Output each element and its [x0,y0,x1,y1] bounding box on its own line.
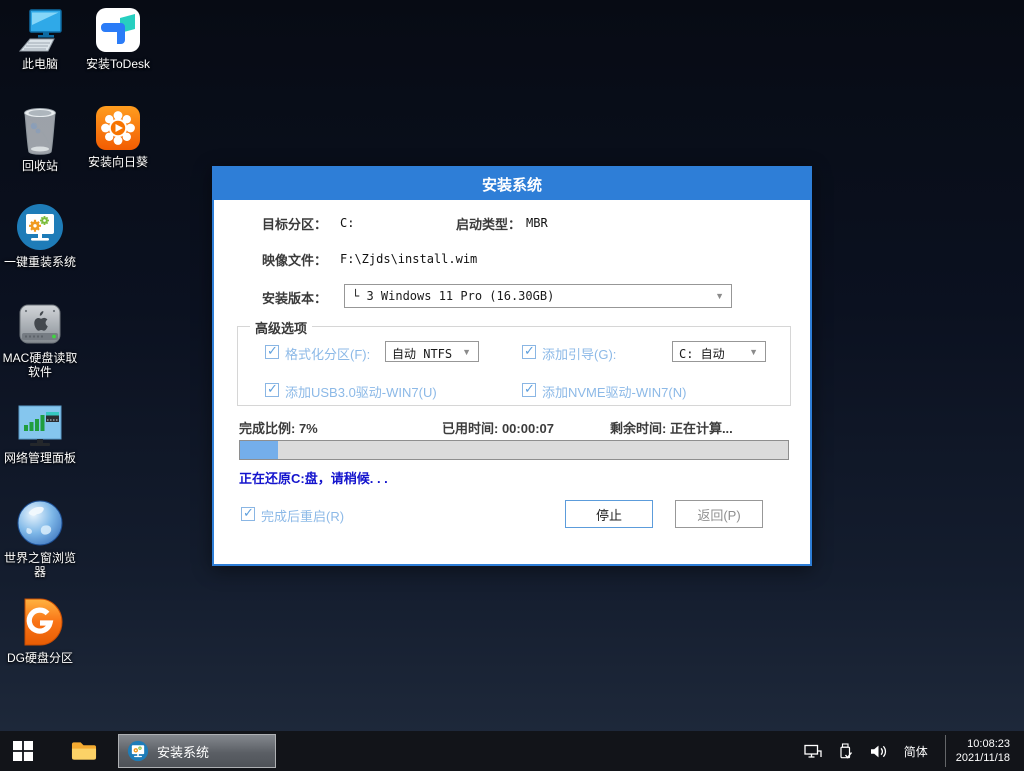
install-version-dropdown[interactable]: └ 3 Windows 11 Pro (16.30GB) [344,284,732,308]
usb3-driver-label: 添加USB3.0驱动-WIN7(U) [285,382,437,401]
boot-type-value: MBR [526,216,548,230]
folder-icon [71,740,97,762]
restart-after-label: 完成后重启(R) [261,506,344,525]
back-button[interactable]: 返回(P) [675,500,763,528]
add-boot-label: 添加引导(G): [542,344,616,363]
desktop-icon-one-key-reinstall[interactable]: 一键重装系统 [0,202,80,269]
usb-device-icon[interactable] [839,743,852,760]
desktop-icon-mac-disk-reader[interactable]: MAC硬盘读取软件 [0,300,80,379]
restart-after-checkbox[interactable] [241,507,255,521]
back-button-label: 返回(P) [697,505,740,524]
install-system-task-icon [127,740,149,762]
add-boot-dropdown[interactable]: C: 自动 [672,341,766,362]
desktop-icon-label: 世界之窗浏览器 [0,551,80,579]
boot-type-label: 启动类型： [456,214,521,233]
globe-browser-icon [15,498,65,548]
desktop-icon-recycle-bin[interactable]: 回收站 [0,104,80,173]
volume-icon[interactable] [869,744,887,759]
install-version-value: └ 3 Windows 11 Pro (16.30GB) [345,285,731,307]
status-text: 正在还原C:盘，请稍候. . . [239,468,388,487]
network-icon[interactable] [804,744,822,759]
progress-fill [240,441,278,459]
desktop-icon-label: 安装向日葵 [88,155,148,169]
this-pc-icon [17,8,63,54]
image-file-label: 映像文件： [262,250,327,269]
format-mode-value: 自动 NTFS [386,342,478,365]
desktop-icon-world-window-browser[interactable]: 世界之窗浏览器 [0,498,80,579]
mac-disk-icon [16,300,64,348]
image-file-value: F:\Zjds\install.wim [340,252,477,266]
format-mode-dropdown[interactable]: 自动 NTFS [385,341,479,362]
taskbar-clock[interactable]: 10:08:23 2021/11/18 [945,735,1014,767]
start-button[interactable] [0,731,46,771]
nvme-driver-checkbox[interactable] [522,383,536,397]
windows-logo-icon [13,741,33,761]
desktop-icon-label: 回收站 [22,159,58,173]
completion-percent-label: 完成比例: 7% [239,418,318,437]
add-boot-checkbox[interactable] [522,345,536,359]
desktop-icon-install-sunflower[interactable]: 安装向日葵 [78,104,158,169]
desktop-icon-this-pc[interactable]: 此电脑 [0,8,80,71]
format-partition-checkbox[interactable] [265,345,279,359]
desktop-icon-label: 一键重装系统 [4,255,76,269]
add-boot-value: C: 自动 [673,342,765,365]
desktop-icon-dg-partition[interactable]: DG硬盘分区 [0,596,80,665]
reinstall-system-icon [15,202,65,252]
taskbar-task-label: 安装系统 [157,742,209,761]
usb3-driver-checkbox[interactable] [265,383,279,397]
desktop-icon-label: 安装ToDesk [86,57,150,71]
file-explorer-button[interactable] [62,731,106,771]
desktop-icon-network-panel[interactable]: 网络管理面板 [0,400,80,465]
system-tray: 简体 10:08:23 2021/11/18 [804,735,1024,767]
desktop-icon-label: 网络管理面板 [4,451,76,465]
input-method-indicator[interactable]: 简体 [904,743,928,760]
network-panel-icon [16,400,64,448]
clock-time: 10:08:23 [956,737,1010,751]
taskbar-task-install-system[interactable]: 安装系统 [118,734,276,768]
dg-partition-icon [16,596,64,648]
stop-button[interactable]: 停止 [565,500,653,528]
taskbar: 安装系统 简体 10:08:23 2021/11/18 [0,731,1024,771]
desktop-icon-install-todesk[interactable]: 安装ToDesk [78,6,158,71]
dialog-title: 安装系统 [482,174,542,195]
nvme-driver-label: 添加NVME驱动-WIN7(N) [542,382,686,401]
stop-button-label: 停止 [596,505,622,524]
elapsed-time-label: 已用时间: 00:00:07 [442,418,554,437]
install-version-label: 安装版本： [262,288,327,307]
target-partition-label: 目标分区： [262,214,327,233]
todesk-icon [94,6,142,54]
sunflower-icon [94,104,142,152]
clock-date: 2021/11/18 [956,751,1010,765]
target-partition-value: C: [340,216,354,230]
desktop-icon-label: DG硬盘分区 [7,651,73,665]
desktop-icon-label: 此电脑 [22,57,58,71]
progress-bar [239,440,789,460]
recycle-bin-icon [19,104,61,156]
format-partition-label: 格式化分区(F): [285,344,370,363]
dialog-titlebar[interactable]: 安装系统 [214,168,810,200]
dialog-body: 目标分区： C: 启动类型： MBR 映像文件： F:\Zjds\install… [214,200,810,564]
advanced-options-title: 高级选项 [250,318,312,337]
install-system-dialog: 安装系统 目标分区： C: 启动类型： MBR 映像文件： F:\Zjds\in… [212,166,812,566]
desktop-icon-label: MAC硬盘读取软件 [0,351,80,379]
remaining-time-label: 剩余时间: 正在计算... [610,418,733,437]
